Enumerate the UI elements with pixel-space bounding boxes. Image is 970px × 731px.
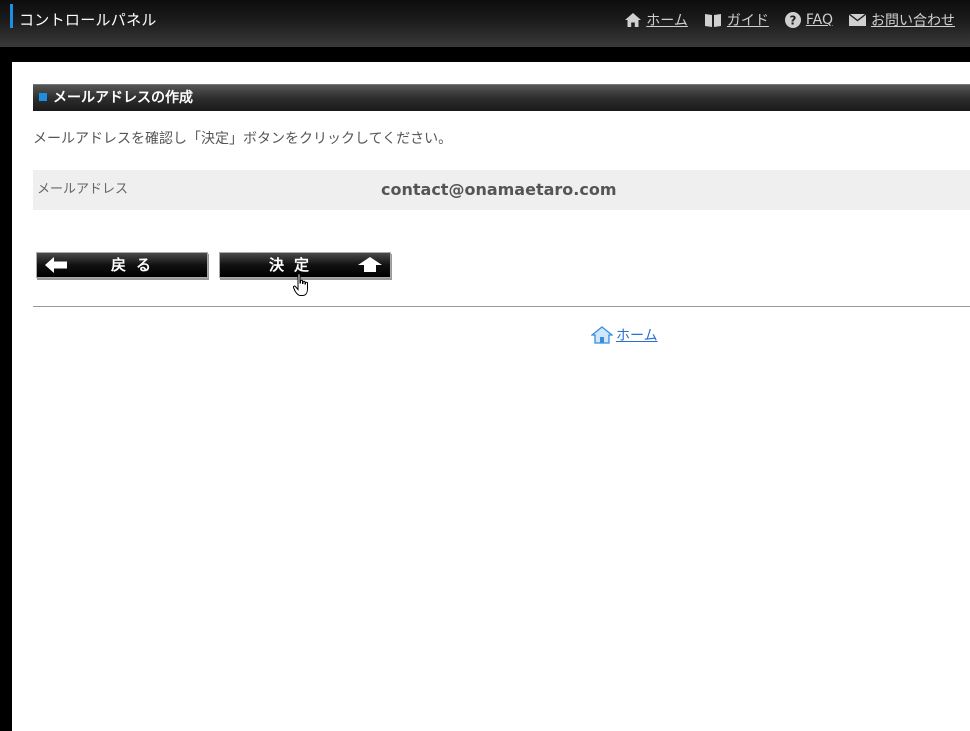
svg-text:?: ? <box>789 14 796 28</box>
book-icon <box>704 14 721 27</box>
confirm-button-label: 決定 <box>269 256 320 274</box>
nav-home-link[interactable]: ホーム <box>625 10 688 30</box>
hand-cursor-icon <box>293 273 308 296</box>
nav-contact-link[interactable]: お問い合わせ <box>849 10 955 30</box>
nav-faq-label: FAQ <box>805 12 833 28</box>
arrow-left-icon <box>45 257 67 273</box>
divider-line <box>33 306 970 307</box>
mail-icon <box>849 14 866 26</box>
footer-home-link[interactable]: ホーム <box>591 325 658 345</box>
arrow-up-icon <box>358 257 382 272</box>
nav-guide-link[interactable]: ガイド <box>704 10 769 30</box>
question-icon: ? <box>784 12 801 28</box>
back-button-label: 戻る <box>111 256 162 274</box>
main-content: メールアドレスの作成 メールアドレスを確認し「決定」ボタンをクリックしてください… <box>12 62 970 731</box>
footer-home-label: ホーム <box>616 328 658 344</box>
email-label: メールアドレス <box>37 182 129 197</box>
header-accent-bar <box>10 4 13 28</box>
app-title: コントロールパネル <box>19 11 157 29</box>
header-band <box>0 47 970 62</box>
home-icon <box>591 326 613 344</box>
section-title: メールアドレスの作成 <box>53 90 193 106</box>
section-header: メールアドレスの作成 <box>33 84 970 111</box>
email-row: メールアドレス contact@onamaetaro.com <box>33 170 970 210</box>
back-button[interactable]: 戻る <box>36 252 208 278</box>
instruction-text: メールアドレスを確認し「決定」ボタンをクリックしてください。 <box>33 131 453 147</box>
top-header: コントロールパネル ホーム ガイド ? FAQ お問い合わせ <box>0 0 970 47</box>
nav-guide-label: ガイド <box>726 13 769 29</box>
top-nav: ホーム ガイド ? FAQ お問い合わせ <box>609 10 955 30</box>
nav-contact-label: お問い合わせ <box>871 13 955 29</box>
nav-home-label: ホーム <box>646 13 688 29</box>
email-value: contact@onamaetaro.com <box>381 180 617 199</box>
square-bullet-icon <box>39 93 47 101</box>
nav-faq-link[interactable]: ? FAQ <box>784 12 833 28</box>
home-icon <box>625 13 642 27</box>
